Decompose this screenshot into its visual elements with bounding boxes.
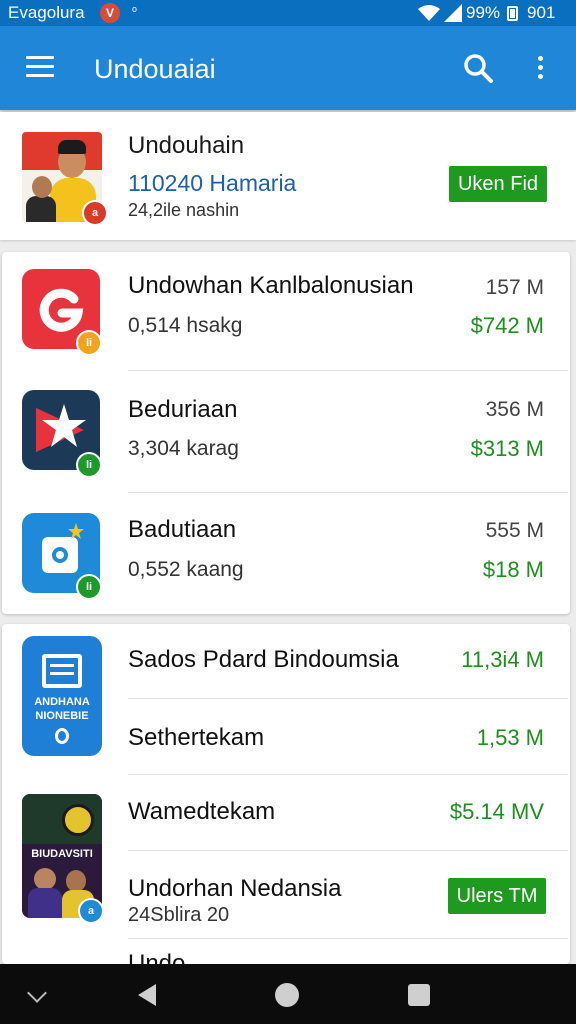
clock: 901	[527, 3, 556, 22]
featured-app-badge-icon: a	[82, 200, 108, 226]
divider	[128, 938, 568, 939]
app-title: Badutiaan	[128, 516, 237, 543]
battery-percent: 99%	[466, 3, 501, 22]
icon-caption: ANDHANA	[34, 696, 90, 708]
featured-subtitle: 110240 Hamaria	[128, 170, 297, 196]
app-value: 1,53 M	[476, 725, 544, 750]
chevron-down-icon[interactable]	[27, 983, 47, 1003]
app-title: Wamedtekam	[128, 798, 276, 825]
notification-badge-icon: V	[100, 3, 120, 23]
app-title: Sados Pdard Bindoumsia	[128, 646, 399, 673]
app-bar: Undouaiai	[0, 26, 576, 110]
app-badge-icon: li	[76, 330, 102, 356]
app-title: Sethertekam	[128, 724, 265, 751]
signal-icon	[444, 4, 462, 22]
app-value: 11,3i4 M	[461, 647, 544, 672]
search-icon[interactable]	[462, 52, 494, 84]
divider	[128, 698, 568, 699]
featured-meta: 24,2ile nashin	[128, 200, 240, 220]
divider	[128, 850, 568, 851]
app-title: Undouaiai	[94, 54, 216, 84]
app-title: Undowhan Kanlbalonusian	[128, 272, 414, 299]
icon-caption: NIONEBIE	[35, 710, 89, 722]
app-price: $742 M	[470, 313, 544, 338]
home-icon[interactable]	[275, 983, 299, 1007]
battery-icon	[507, 6, 518, 21]
app-title: Undorhan Nedansia	[128, 875, 342, 902]
wifi-icon	[418, 5, 440, 21]
back-icon[interactable]	[138, 984, 156, 1006]
app-subtitle: 3,304 karag	[128, 437, 239, 460]
app-value: $5.14 MV	[449, 799, 544, 824]
app-badge-icon: li	[76, 574, 102, 600]
app-size: 356 M	[485, 398, 544, 421]
more-vert-icon[interactable]	[534, 56, 546, 82]
menu-icon[interactable]	[26, 56, 54, 78]
app-subtitle: 24Sblira 20	[128, 904, 230, 926]
app-badge-icon: a	[78, 898, 104, 924]
document-icon[interactable]: ANDHANA NIONEBIE	[22, 636, 102, 756]
sync-icon: ᵒ	[132, 3, 137, 18]
app-size: 555 M	[485, 519, 544, 542]
app-subtitle: 0,514 hsakg	[128, 314, 243, 337]
divider	[128, 370, 568, 371]
recents-icon[interactable]	[408, 984, 430, 1006]
icon-caption: BIUDAVSITI	[31, 848, 93, 860]
carrier-name: Evagolura	[8, 3, 85, 22]
install-button[interactable]: Ulers TM	[448, 878, 546, 914]
app-title: Beduriaan	[128, 396, 238, 423]
app-subtitle: 0,552 kaang	[128, 558, 244, 581]
system-nav-bar	[0, 964, 576, 1024]
app-badge-icon: li	[76, 452, 102, 478]
divider	[128, 492, 568, 493]
featured-action-button[interactable]: Uken Fid	[449, 166, 547, 202]
divider	[128, 774, 568, 775]
featured-title: Undouhain	[128, 132, 245, 159]
app-price: $18 M	[482, 557, 544, 582]
app-size: 157 M	[485, 276, 544, 299]
status-bar: Evagolura V ᵒ 99% 901	[0, 0, 576, 26]
app-price: $313 M	[470, 436, 544, 461]
